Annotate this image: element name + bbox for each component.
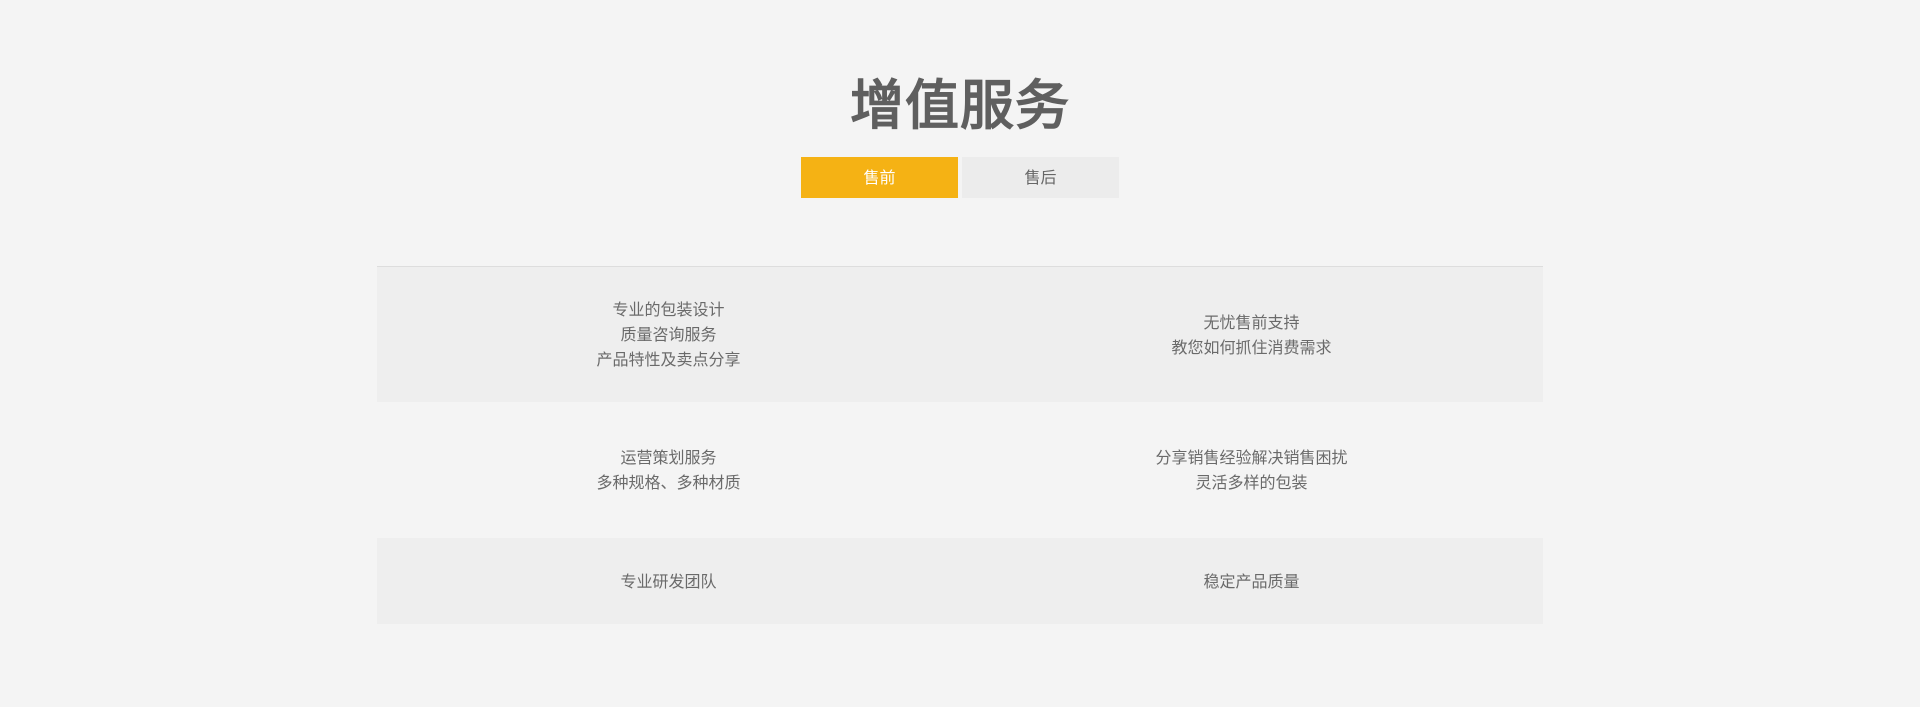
service-tabs: 售前 售后 [801,157,1119,198]
page-title: 增值服务 [850,74,1070,138]
table-cell-right: 无忧售前支持 教您如何抓住消费需求 [960,267,1543,402]
service-line: 多种规格、多种材质 [596,473,741,492]
service-line: 分享销售经验解决销售困扰 [1155,448,1348,467]
service-line: 稳定产品质量 [1203,571,1300,591]
service-line: 专业研发团队 [620,571,717,591]
service-line: 灵活多样的包装 [1195,473,1308,492]
tab-presale[interactable]: 售前 [801,157,958,198]
table-row: 专业研发团队 稳定产品质量 [377,538,1543,624]
tab-aftersale[interactable]: 售后 [962,157,1119,198]
table-cell-right: 分享销售经验解决销售困扰 灵活多样的包装 [960,402,1543,538]
table-cell-left: 运营策划服务 多种规格、多种材质 [377,402,960,538]
service-line: 质量咨询服务 [620,325,717,344]
service-line: 专业的包装设计 [612,300,725,319]
table-row: 专业的包装设计 质量咨询服务 产品特性及卖点分享 无忧售前支持 教您如何抓住消费… [377,267,1543,402]
table-cell-left: 专业研发团队 [377,538,960,624]
table-cell-left: 专业的包装设计 质量咨询服务 产品特性及卖点分享 [377,267,960,402]
services-table: 专业的包装设计 质量咨询服务 产品特性及卖点分享 无忧售前支持 教您如何抓住消费… [377,266,1543,624]
service-line: 产品特性及卖点分享 [596,350,741,369]
service-line: 教您如何抓住消费需求 [1171,337,1332,357]
value-added-services-section: 增值服务 售前 售后 专业的包装设计 质量咨询服务 产品特性及卖点分享 无忧售前… [0,0,1920,707]
service-line: 运营策划服务 [620,448,717,467]
table-row: 运营策划服务 多种规格、多种材质 分享销售经验解决销售困扰 灵活多样的包装 [377,402,1543,538]
service-line: 无忧售前支持 [1203,312,1300,332]
table-cell-right: 稳定产品质量 [960,538,1543,624]
